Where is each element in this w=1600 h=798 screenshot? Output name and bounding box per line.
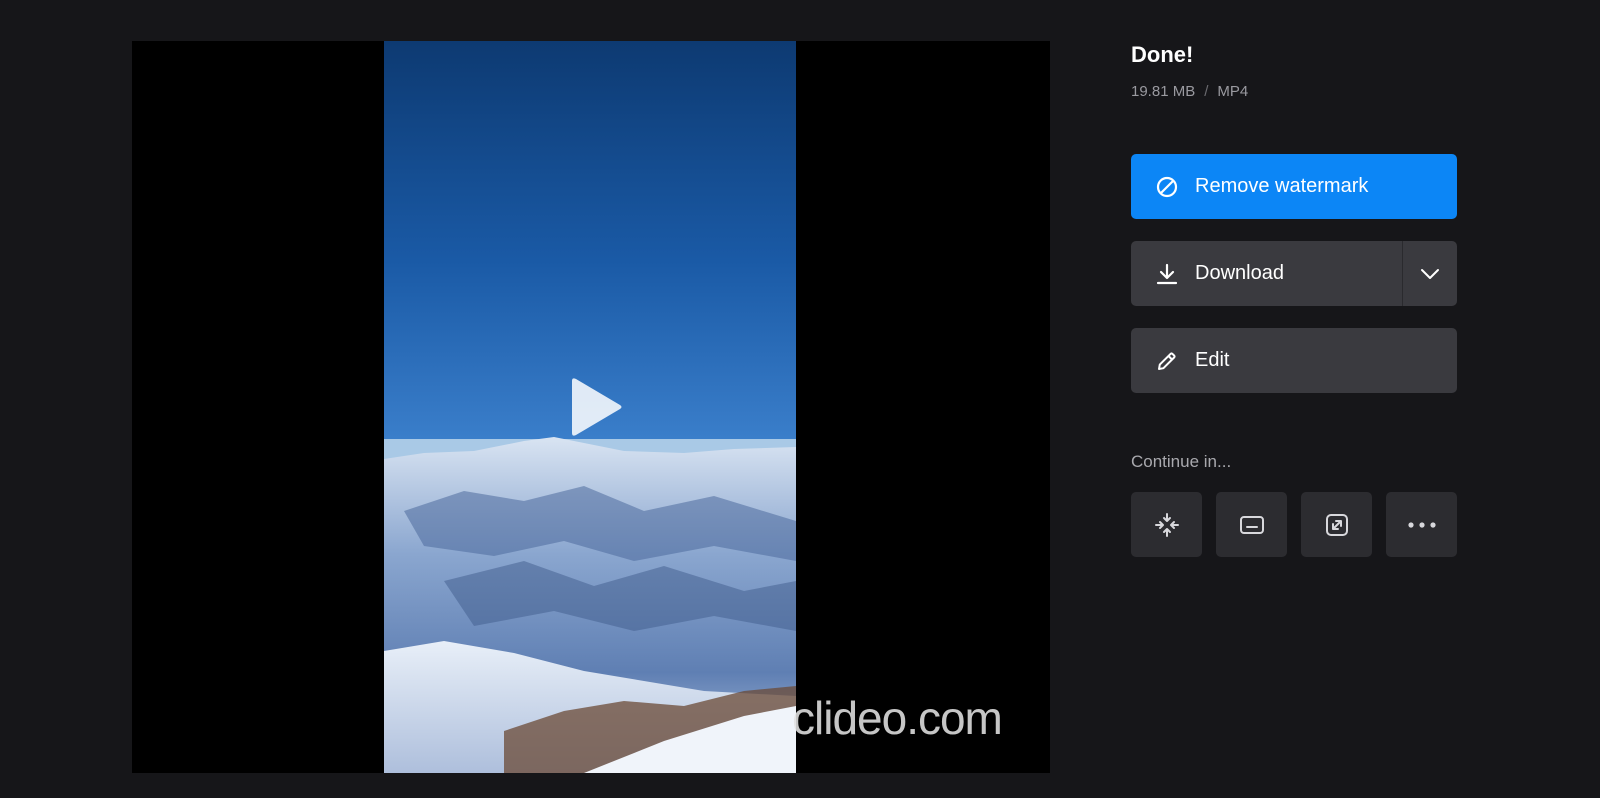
file-meta: 19.81 MB / MP4 (1131, 83, 1248, 100)
file-size: 19.81 MB (1131, 83, 1196, 100)
resize-icon (1325, 513, 1348, 536)
remove-watermark-label: Remove watermark (1195, 175, 1369, 197)
continue-label: Continue in... (1131, 452, 1232, 471)
file-format: MP4 (1217, 83, 1249, 100)
more-icon (1407, 521, 1436, 528)
edit-label: Edit (1195, 349, 1230, 371)
page-title: Done! (1131, 42, 1194, 67)
download-button[interactable]: Download (1131, 241, 1402, 306)
download-button-group: Download (1131, 241, 1457, 306)
meta-separator: / (1204, 83, 1209, 100)
pencil-icon (1155, 349, 1179, 373)
watermark-text: clideo.com (792, 692, 1003, 744)
more-tools-button[interactable] (1386, 492, 1457, 557)
no-entry-icon (1155, 175, 1179, 199)
continue-tools (1131, 492, 1457, 557)
subtitles-icon (1239, 515, 1264, 534)
resize-tool-button[interactable] (1301, 492, 1372, 557)
remove-watermark-button[interactable]: Remove watermark (1131, 154, 1457, 219)
download-label: Download (1195, 262, 1284, 284)
edit-button[interactable]: Edit (1131, 328, 1457, 393)
subtitles-tool-button[interactable] (1216, 492, 1287, 557)
download-options-button[interactable] (1402, 241, 1457, 306)
video-player[interactable]: clideo.com (132, 41, 1050, 773)
play-icon[interactable] (568, 375, 624, 439)
compress-icon (1154, 512, 1179, 537)
download-icon (1155, 262, 1179, 286)
compress-tool-button[interactable] (1131, 492, 1202, 557)
chevron-down-icon (1421, 268, 1439, 279)
